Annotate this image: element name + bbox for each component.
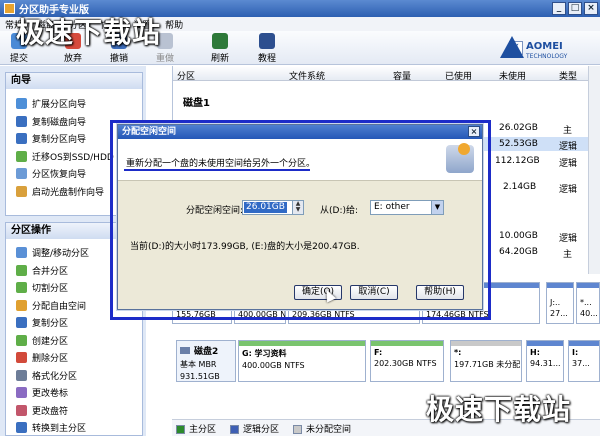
- dialog-title: 分配空闲空间: [122, 127, 177, 137]
- copy-icon: [16, 317, 27, 329]
- split-icon: [16, 282, 27, 294]
- minimize-button[interactable]: _: [552, 2, 566, 15]
- tutorial-icon: [259, 33, 275, 49]
- create-icon: [16, 334, 27, 346]
- message-underline: [124, 169, 310, 171]
- allocate-icon: [16, 299, 27, 311]
- op-delete[interactable]: 删除分区: [6, 349, 142, 367]
- tutorial-button[interactable]: 教程: [250, 33, 284, 64]
- partition-unallocated[interactable]: *: 197.71GB 未分配: [450, 340, 522, 382]
- partition-f[interactable]: F: 202.30GB NTFS: [370, 340, 444, 382]
- recovery-icon: [16, 168, 27, 180]
- format-icon: [16, 369, 27, 381]
- target-partition-select[interactable]: E: other ▼: [370, 200, 444, 215]
- partition-h[interactable]: H: 94.31...: [526, 340, 564, 382]
- maximize-button[interactable]: □: [568, 2, 582, 15]
- size-info: 当前(D:)的大小时173.99GB, (E:)盘的大小是200.47GB.: [130, 242, 360, 252]
- extend-icon: [16, 98, 27, 110]
- alloc-label: 分配空闲空间:: [186, 206, 244, 216]
- op-change-letter[interactable]: 更改盘符: [6, 402, 142, 420]
- delete-icon: [16, 352, 27, 364]
- allocate-space-dialog: 分配空闲空间 × 重新分配一个盘的未使用空间给另外一个分区。 分配空闲空间: 2…: [117, 124, 483, 310]
- copy-partition-icon: [16, 133, 27, 145]
- merge-icon: [16, 264, 27, 276]
- wizard-section-title: 向导: [6, 73, 142, 89]
- dialog-message: 重新分配一个盘的未使用空间给另外一个分区。: [126, 159, 316, 169]
- partition-g[interactable]: G: 学习资料 400.00GB NTFS: [238, 340, 366, 382]
- disc-icon: [16, 185, 27, 197]
- partition-list-header: 分区 文件系统 容量 已使用 未使用 类型: [173, 67, 589, 82]
- from-label: 从(D:)给:: [320, 206, 359, 216]
- wizard-extend-partition[interactable]: 扩展分区向导: [6, 95, 142, 113]
- col-type[interactable]: 类型: [559, 69, 577, 82]
- app-icon: [4, 3, 15, 14]
- close-button[interactable]: ×: [584, 2, 598, 15]
- disk-icon: [180, 347, 190, 354]
- aomei-logo-icon: [500, 36, 524, 58]
- watermark-bottom: 极速下载站: [426, 393, 572, 426]
- disk-allocate-icon: [446, 143, 474, 173]
- disk2-info[interactable]: 磁盘2 基本 MBR 931.51GB: [176, 340, 236, 382]
- dialog-banner: 重新分配一个盘的未使用空间给另外一个分区。: [118, 139, 482, 181]
- dialog-close-button[interactable]: ×: [468, 126, 480, 137]
- disk1-partition[interactable]: J:.. 27...: [546, 282, 574, 324]
- convert-icon: [16, 422, 27, 434]
- legend-unallocated: 未分配空间: [293, 422, 351, 435]
- refresh-button[interactable]: 刷新: [203, 33, 237, 64]
- col-partition[interactable]: 分区: [177, 69, 195, 82]
- label-icon: [16, 387, 27, 399]
- dropdown-arrow-icon[interactable]: ▼: [431, 201, 443, 214]
- disk1-partition[interactable]: *... 40...: [576, 282, 600, 324]
- alloc-size-value[interactable]: 26.01GB: [244, 202, 287, 213]
- aomei-logo: AOMEI TECHNOLOGY: [500, 33, 570, 63]
- spinner-arrows-icon[interactable]: ▲ ▼: [292, 201, 303, 214]
- disk1-label: 磁盘1: [183, 98, 210, 109]
- col-used[interactable]: 已使用: [445, 69, 472, 82]
- menu-help[interactable]: 帮助: [165, 18, 183, 31]
- col-capacity[interactable]: 容量: [393, 69, 411, 82]
- col-filesystem[interactable]: 文件系统: [289, 69, 325, 82]
- partition-i[interactable]: I: 37...: [568, 340, 600, 382]
- migrate-icon: [16, 150, 27, 162]
- op-create[interactable]: 创建分区: [6, 332, 142, 350]
- alloc-size-spinner[interactable]: 26.01GB ▲ ▼: [242, 200, 304, 215]
- cancel-button[interactable]: 取消(C): [350, 285, 398, 300]
- op-convert-primary[interactable]: 转换到主分区: [6, 419, 142, 436]
- watermark-top: 极速下载站: [16, 16, 162, 49]
- legend-logical: 逻辑分区: [230, 422, 279, 435]
- help-button[interactable]: 帮助(H): [416, 285, 464, 300]
- copy-disk-icon: [16, 115, 27, 127]
- refresh-icon: [212, 33, 228, 49]
- legend-primary: 主分区: [176, 422, 216, 435]
- op-format[interactable]: 格式化分区: [6, 367, 142, 385]
- resize-icon: [16, 247, 27, 259]
- letter-icon: [16, 404, 27, 416]
- vertical-scrollbar[interactable]: [588, 66, 600, 274]
- op-change-label[interactable]: 更改卷标: [6, 384, 142, 402]
- col-free[interactable]: 未使用: [499, 69, 526, 82]
- dialog-title-bar: 分配空闲空间 ×: [118, 125, 482, 139]
